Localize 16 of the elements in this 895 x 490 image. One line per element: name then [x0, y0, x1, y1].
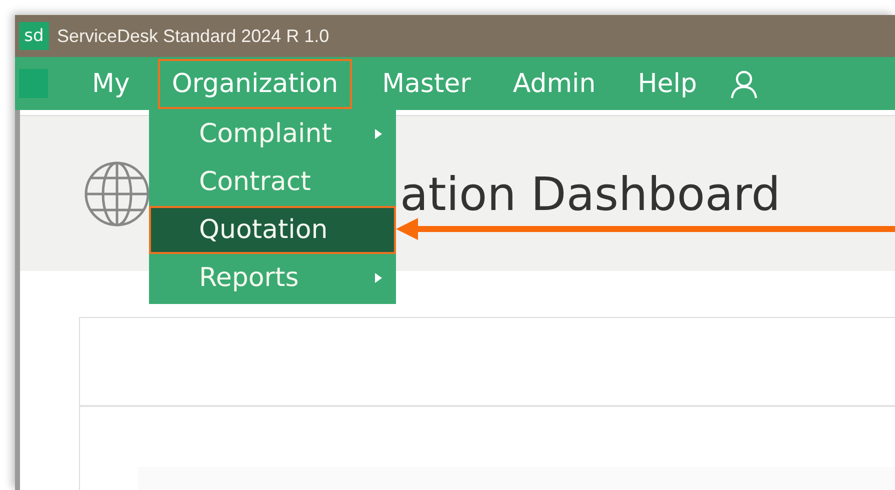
dropdown-item[interactable]: Quotation [149, 206, 396, 254]
submenu-caret-icon [375, 273, 382, 283]
dropdown-item[interactable]: Complaint [149, 110, 396, 158]
submenu-caret-icon [375, 129, 382, 139]
menu-item[interactable]: Help [624, 58, 712, 108]
menu-item[interactable]: Organization [158, 58, 352, 108]
menu-item[interactable]: My [78, 58, 144, 108]
menu-item[interactable]: Admin [498, 58, 610, 108]
page-title: ation Dashboard [400, 166, 780, 220]
app-logo: sd [19, 22, 49, 50]
menu-item[interactable]: Master [368, 58, 485, 108]
dropdown-item[interactable]: Contract [149, 158, 396, 206]
window-title: ServiceDesk Standard 2024 R 1.0 [57, 26, 330, 46]
globe-icon [84, 160, 150, 226]
user-icon[interactable] [729, 68, 760, 98]
dropdown-item[interactable]: Reports [149, 254, 396, 302]
